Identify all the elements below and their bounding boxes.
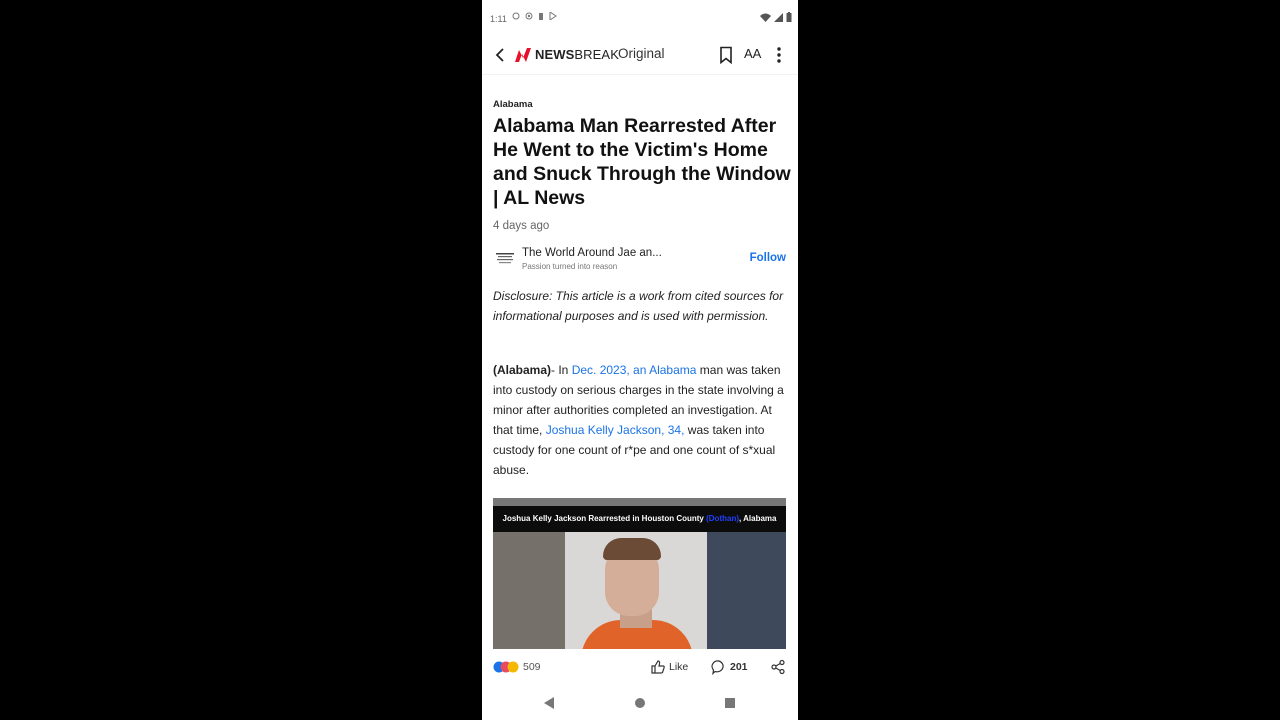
app-brand: NEWSBREAK bbox=[535, 47, 619, 62]
comment-icon[interactable] bbox=[711, 659, 727, 675]
battery-icon bbox=[786, 12, 792, 22]
signal-icon bbox=[774, 12, 783, 22]
mugshot-hair bbox=[603, 538, 661, 560]
article-headline: Alabama Man Rearrested After He Went to … bbox=[493, 115, 791, 209]
status-bar: 1:11 bbox=[482, 0, 798, 38]
article-category[interactable]: Alabama bbox=[493, 99, 533, 110]
caption-text-1: Joshua Kelly Jackson Rearrested in Houst… bbox=[502, 514, 707, 523]
like-button[interactable]: Like bbox=[669, 661, 688, 673]
app-bar: NEWSBREAK Original AA bbox=[482, 38, 798, 75]
image-caption: Joshua Kelly Jackson Rearrested in Houst… bbox=[493, 506, 786, 532]
paragraph-lead: (Alabama) bbox=[493, 363, 552, 377]
share-icon[interactable] bbox=[770, 659, 786, 675]
nav-back-icon[interactable] bbox=[543, 696, 555, 710]
back-arrow-icon[interactable] bbox=[492, 46, 510, 64]
phone-screen: 1:11 NEWSBREAK Original AA Alabama Alaba… bbox=[482, 0, 798, 720]
brand-bold: NEWS bbox=[535, 47, 575, 62]
source-tagline: Passion turned into reason bbox=[522, 262, 618, 271]
target-icon bbox=[525, 12, 533, 20]
reaction-count: 509 bbox=[523, 661, 541, 673]
caption-text-2: , Alabama bbox=[739, 514, 777, 523]
status-system-icons bbox=[760, 12, 792, 22]
article-link-date[interactable]: Dec. 2023, an Alabama bbox=[572, 363, 697, 377]
nav-home-icon[interactable] bbox=[634, 696, 646, 710]
system-nav-bar bbox=[482, 688, 798, 720]
more-options-icon[interactable] bbox=[772, 46, 786, 64]
article-image[interactable]: Joshua Kelly Jackson Rearrested in Houst… bbox=[493, 498, 786, 649]
source-logo-icon[interactable] bbox=[495, 251, 515, 267]
source-name[interactable]: The World Around Jae an... bbox=[522, 247, 662, 259]
sync-icon bbox=[512, 12, 520, 20]
article-link-person[interactable]: Joshua Kelly Jackson, 34, bbox=[546, 423, 685, 437]
image-bg-right bbox=[707, 532, 786, 649]
wifi-icon bbox=[760, 13, 771, 22]
bookmark-icon[interactable] bbox=[718, 46, 734, 64]
article-action-bar: 509 Like 201 bbox=[482, 655, 798, 679]
follow-button[interactable]: Follow bbox=[750, 252, 786, 264]
brand-suffix: Original bbox=[618, 46, 665, 61]
image-bg-left bbox=[493, 532, 565, 649]
battery-small-icon bbox=[539, 13, 543, 20]
brand-light: BREAK bbox=[574, 47, 619, 62]
nav-recents-icon[interactable] bbox=[724, 696, 736, 710]
article-disclosure: Disclosure: This article is a work from … bbox=[493, 289, 784, 323]
paragraph-text-1: - In bbox=[551, 363, 572, 377]
font-size-button[interactable]: AA bbox=[744, 46, 761, 61]
newsbreak-logo-icon bbox=[515, 48, 531, 62]
thumbs-up-icon[interactable] bbox=[650, 659, 666, 675]
comment-count[interactable]: 201 bbox=[730, 661, 748, 673]
play-store-icon bbox=[549, 12, 557, 20]
article-timestamp: 4 days ago bbox=[493, 220, 550, 232]
article-paragraph: (Alabama)- In Dec. 2023, an Alabama man … bbox=[493, 360, 789, 480]
status-notification-icons bbox=[512, 12, 557, 20]
status-time: 1:11 bbox=[490, 14, 507, 24]
caption-highlight: (Dothan) bbox=[706, 514, 739, 523]
reaction-emojis-icon[interactable] bbox=[493, 660, 519, 674]
